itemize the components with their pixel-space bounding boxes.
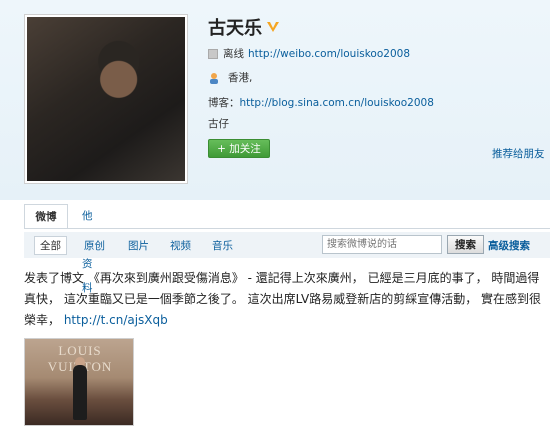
profile-avatar[interactable]	[24, 14, 188, 184]
blog-url-link[interactable]: http://blog.sina.com.cn/louiskoo2008	[240, 97, 434, 109]
post-image-thumbnail[interactable]: LOUIS VUITTON	[24, 338, 134, 426]
nickname-row: 古仔	[208, 116, 229, 131]
tab-weibo[interactable]: 微博	[24, 204, 68, 229]
filter-original[interactable]: 原创	[84, 238, 105, 253]
offline-status-icon	[208, 48, 218, 59]
filter-music[interactable]: 音乐	[212, 238, 233, 253]
weibo-post: 发表了博文 《再次來到廣州跟受傷消息》 - 還記得上次來廣州， 已經是三月底的事…	[24, 268, 546, 331]
blog-label: 博客：	[208, 97, 240, 109]
location-text: 香港,	[228, 72, 253, 84]
user-location-icon	[210, 72, 218, 84]
filter-videos[interactable]: 视频	[170, 238, 191, 253]
weibo-url-link[interactable]: http://weibo.com/louiskoo2008	[248, 48, 410, 60]
advanced-search-link[interactable]: 高级搜索	[488, 238, 530, 253]
weibo-search-input[interactable]	[322, 235, 442, 254]
post-short-link[interactable]: http://t.cn/ajsXqb	[64, 313, 168, 327]
status-row: 离线 http://weibo.com/louiskoo2008	[208, 46, 410, 61]
verified-v-icon	[267, 22, 279, 32]
status-label: 离线	[223, 48, 244, 60]
filter-images[interactable]: 图片	[128, 238, 149, 253]
avatar-photo	[27, 17, 185, 181]
filter-all[interactable]: 全部	[34, 236, 67, 255]
tabs-divider	[24, 228, 550, 229]
thumbnail-person-body	[73, 365, 87, 420]
feed-filter-bar: 全部 原创 图片 视频 音乐 搜索 高级搜索	[24, 232, 550, 258]
blog-row: 博客： http://blog.sina.com.cn/louiskoo2008	[208, 95, 434, 110]
follow-button[interactable]: + 加关注	[208, 139, 270, 158]
profile-name: 古天乐	[208, 18, 262, 39]
profile-name-row: 古天乐	[208, 14, 280, 40]
nickname-text: 古仔	[208, 118, 229, 130]
tab-his-profile[interactable]: 他的资料	[82, 204, 93, 294]
search-button[interactable]: 搜索	[447, 235, 484, 254]
recommend-to-friend-link[interactable]: 推荐给朋友	[492, 146, 545, 161]
location-row: 香港,	[208, 70, 252, 85]
